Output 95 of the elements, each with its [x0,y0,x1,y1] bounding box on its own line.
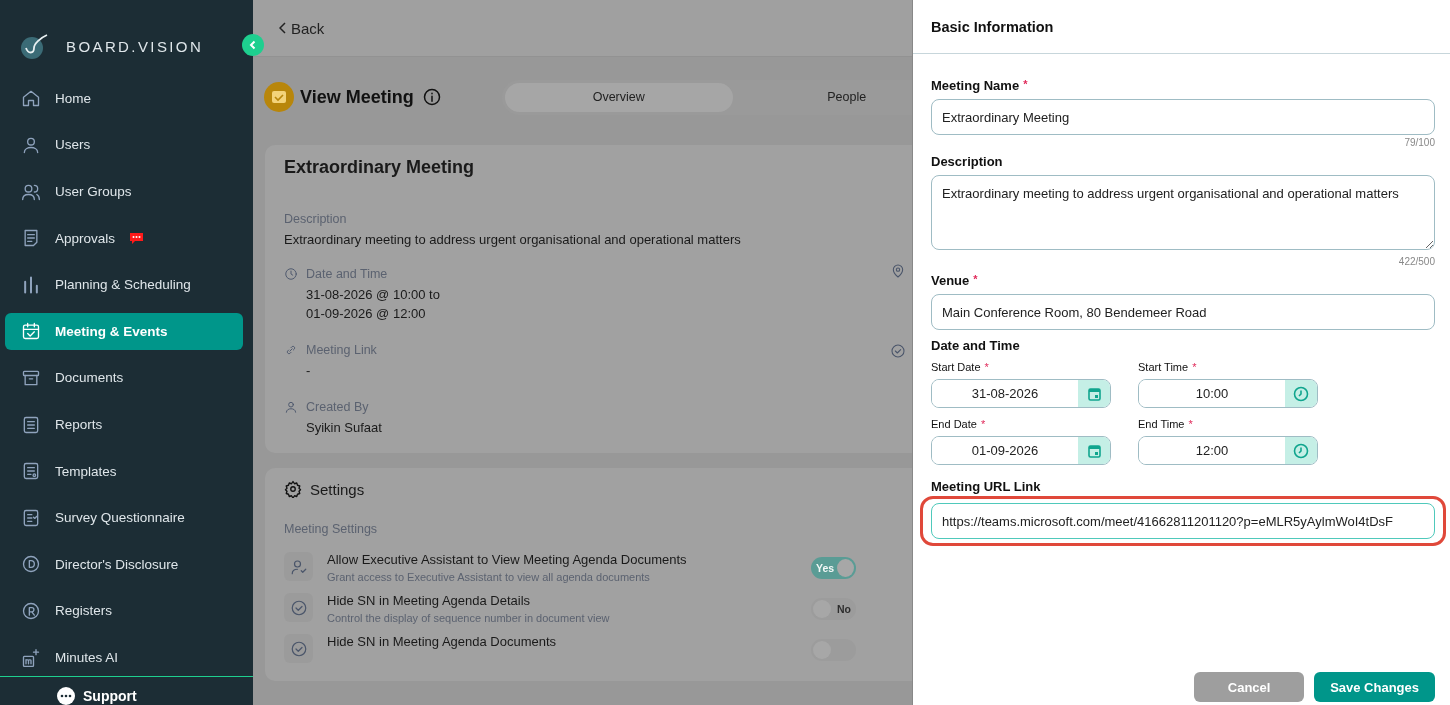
field-label: Start Time [1138,361,1189,373]
registered-icon [21,600,41,621]
home-icon [21,88,41,109]
calendar-badge-icon [264,82,294,112]
calendar-button[interactable] [1078,437,1110,464]
location-pin-icon [890,263,906,279]
required-mark: * [1192,361,1197,373]
list-icon [21,414,41,435]
link-value: - [306,363,312,378]
clock-icon [1293,385,1309,402]
calendar-icon [1087,386,1101,401]
settings-title: Settings [310,480,365,498]
sidebar-item[interactable]: User Groups [5,173,243,211]
settings-icon [284,480,302,498]
sidebar-item[interactable]: Templates [5,452,243,490]
clock-icon [1293,442,1309,459]
time-field[interactable]: 10:00 [1138,379,1318,408]
user-check-icon [289,557,308,576]
link-icon [284,343,298,357]
character-count: 422/500 [1397,256,1435,267]
date-field[interactable]: 31-08-2026 [931,379,1111,408]
sidebar-item[interactable]: Minutes AI [5,639,243,676]
info-label: Created By [306,400,369,414]
sidebar-item[interactable]: Meeting & Events [5,312,243,350]
required-mark: * [1188,418,1193,430]
sidebar-item[interactable]: Reports [5,406,243,444]
brand-name: BOARD.VISION [66,38,204,56]
input-field[interactable]: Extraordinary Meeting [931,99,1435,135]
date-text: 01-09-2026 @ 12:00 [306,306,427,321]
sparkle-box-icon [21,647,41,668]
sidebar-item[interactable]: Planning & Scheduling [5,266,243,304]
setting-title: Allow Executive Assistant to View Meeting Agenda Documents [327,552,688,567]
section-label: Meeting Settings [284,522,379,536]
info-icon [421,87,442,107]
page-title: View Meeting [300,86,414,108]
sidebar-item[interactable]: Documents [5,359,243,397]
user-icon [284,400,298,414]
tab[interactable]: People [732,82,912,112]
check-circle-icon [890,343,906,359]
text-area[interactable]: Extraordinary meeting to address urgent organisational and operational matters [931,175,1435,250]
sidebar-item[interactable]: Registers [5,592,243,630]
back-link[interactable]: Back [279,19,325,37]
calendar-button[interactable] [1078,380,1110,407]
field-label: End Time [1138,418,1185,430]
check-circle-icon [289,598,308,617]
required-mark: * [1023,78,1028,92]
field-label: Meeting Name [931,78,1020,93]
time-field[interactable]: 12:00 [1138,436,1318,465]
logo-icon [20,33,48,60]
required-mark: * [973,273,978,287]
calendar-check-icon [21,321,41,342]
input-field[interactable]: Main Conference Room, 80 Bendemeer Road [931,294,1435,330]
setting-title: Hide SN in Meeting Agenda Documents [327,634,558,649]
toggle-switch[interactable]: No [811,598,856,620]
field-label: Venue [931,273,970,288]
bar-chart-icon [21,274,41,295]
date-text: 31-08-2026 @ 10:00 to [306,287,441,302]
drawer-title: Basic Information [931,19,1054,35]
field-label: End Date [931,418,977,430]
clock-icon [284,267,298,281]
setting-title: Hide SN in Meeting Agenda Details [327,593,532,608]
save-button[interactable]: Save Changes [1314,672,1435,702]
url-input-field[interactable]: https://teams.microsoft.com/meet/41662811201120?p=eMLR5yAylmWoI4tDsF [931,503,1435,539]
required-mark: * [980,418,986,430]
sidebar-item[interactable]: Approvals [5,219,243,257]
section-label: Date and Time [931,338,1021,353]
description-text: Extraordinary meeting to address urgent organisational and operational matters [284,232,742,247]
calendar-icon [1087,443,1101,458]
creator-name: Syikin Sufaat [306,420,383,435]
sidebar-item[interactable]: Survey Questionnaire [5,499,243,537]
meeting-title: Extraordinary Meeting [284,157,476,178]
sidebar-item[interactable]: Users [5,126,243,164]
chevron-left-icon [248,40,258,50]
date-field[interactable]: 01-09-2026 [931,436,1111,465]
setting-description: Grant access to Executive Assistant to view all agenda documents [327,571,651,583]
template-icon [21,461,41,482]
sidebar-item[interactable]: Director's Disclosure [5,545,243,583]
required-mark: * [984,361,989,373]
info-label: Description [284,212,348,226]
sidebar-item[interactable]: Home [5,79,243,117]
clock-button[interactable] [1285,380,1317,407]
support-link[interactable]: Support [83,688,137,704]
section-label: Meeting URL Link [931,479,1042,494]
tab[interactable]: Overview [504,82,733,112]
circled-letter-icon [21,554,41,575]
chevron-left-icon [279,22,287,34]
clock-button[interactable] [1285,437,1317,464]
field-label: Start Date [931,361,981,373]
character-count: 79/100 [1403,137,1435,148]
checklist-icon [21,507,41,528]
info-label: Date and Time [306,267,388,281]
info-label: Meeting Link [306,343,377,357]
field-label: Description [931,154,1003,169]
check-circle-icon [289,639,308,658]
setting-description: Control the display of sequence number in document view [327,612,611,624]
